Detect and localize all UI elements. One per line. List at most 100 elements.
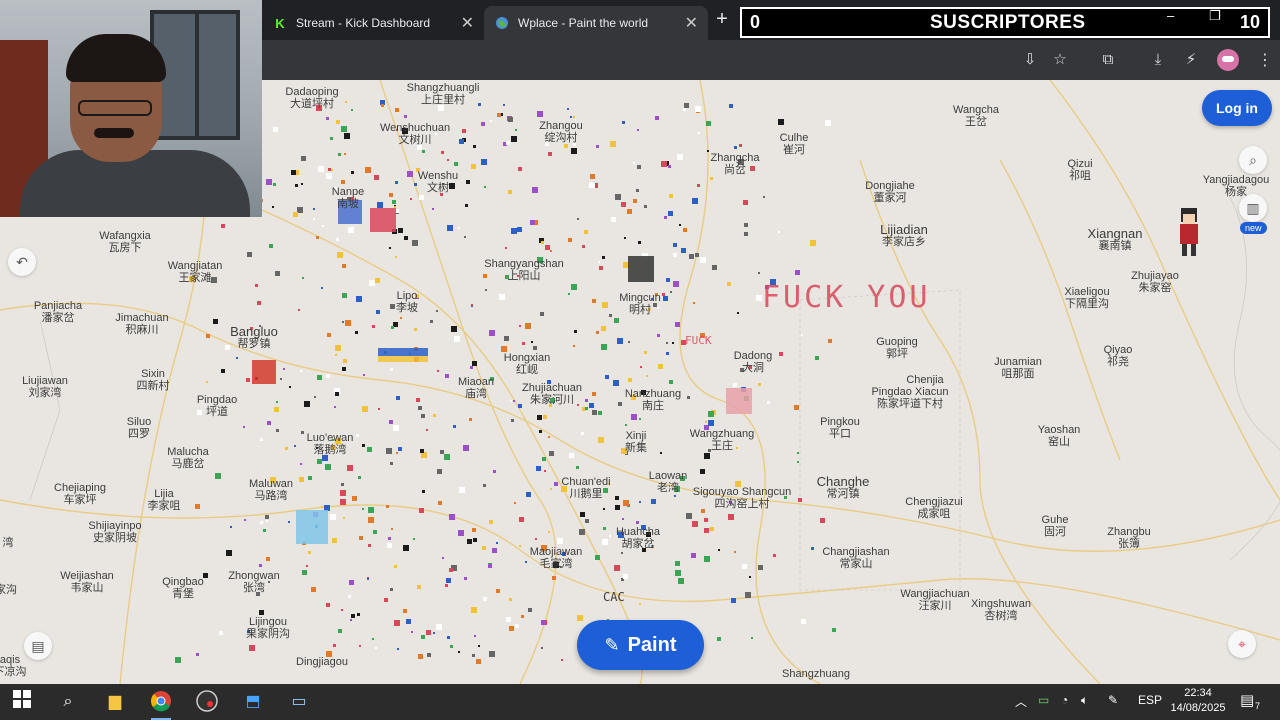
pixel: [636, 521, 640, 525]
pixel: [670, 290, 673, 293]
tray-overflow-icon[interactable]: ︿: [1015, 693, 1027, 710]
restore-button[interactable]: ❐: [1209, 8, 1221, 24]
place-label: Wangzhuang 王庄: [690, 428, 754, 452]
pixel: [596, 331, 600, 335]
place-name-local: 刘家湾: [28, 387, 62, 399]
place-name-local: 落鹅湾: [313, 444, 347, 456]
pixel: [683, 228, 688, 233]
place-label: Xingshuwan 杏树湾: [971, 598, 1031, 622]
pixel: [410, 631, 413, 634]
globe-icon: [494, 15, 510, 31]
place-name: Xiangnan: [1087, 226, 1143, 241]
pixel: [473, 145, 477, 149]
place-name-local: 常家山: [839, 558, 873, 570]
install-app-icon[interactable]: ⇩: [1020, 50, 1040, 70]
pixel: [636, 165, 641, 170]
minimize-button[interactable]: –: [1167, 8, 1174, 23]
pen-icon[interactable]: ✎: [1108, 693, 1118, 707]
profile-avatar[interactable]: [1217, 49, 1239, 71]
pixel: [592, 391, 597, 396]
paint-button[interactable]: ✎ Paint: [577, 620, 704, 670]
battery-icon[interactable]: ▭: [1038, 693, 1049, 707]
pixel: [622, 500, 629, 507]
search-icon[interactable]: ⌕: [56, 690, 80, 714]
new-tab-button[interactable]: +: [710, 8, 734, 32]
pixel: [691, 197, 698, 204]
photos-icon[interactable]: ▭: [287, 690, 311, 714]
place-label: Chejiaping 车家坪: [54, 482, 106, 506]
place-name-local: 老湾: [656, 482, 679, 494]
notification-icon[interactable]: ▤: [1240, 691, 1254, 709]
download-icon[interactable]: ⤓: [1148, 50, 1168, 70]
webcam-person-body: [20, 150, 250, 217]
bookmark-star-icon[interactable]: ☆: [1050, 50, 1070, 70]
pixel: [589, 181, 596, 188]
leaderboard-icon[interactable]: ▥: [1239, 194, 1267, 222]
pixel: [439, 450, 444, 455]
place-label: Yangjiadagou 杨家: [1203, 174, 1269, 198]
menu-icon[interactable]: ⋮: [1257, 50, 1273, 70]
place-label: Wangjiatan 王家滩: [168, 260, 223, 284]
pixel: [716, 637, 721, 642]
extensions-icon[interactable]: ⧉: [1098, 50, 1118, 70]
pixel: [794, 270, 800, 275]
pixel: [496, 588, 501, 593]
wifi-icon[interactable]: ◔: [1061, 693, 1068, 707]
pixel: [594, 555, 600, 561]
pixel: [259, 563, 262, 567]
place-label: Laowan 老湾: [649, 470, 688, 494]
pixel: [622, 517, 625, 520]
pixel: [421, 414, 426, 419]
pixel: [579, 511, 585, 517]
pixel: [418, 406, 423, 411]
locate-icon[interactable]: ⌖: [1228, 630, 1256, 658]
place-name: Qiyao: [1103, 344, 1133, 356]
pixel: [674, 322, 680, 328]
pixel: [542, 456, 547, 461]
place-label: Maluwan 马路湾: [249, 478, 293, 502]
pixel: [448, 513, 455, 520]
pixel: [627, 340, 630, 343]
pixel: [551, 575, 556, 580]
tab-kick-dashboard[interactable]: K Stream - Kick Dashboard ✕: [262, 6, 484, 40]
pixel: [518, 545, 521, 548]
pixel: [708, 411, 715, 418]
file-explorer-icon[interactable]: ▆: [103, 690, 127, 714]
close-icon[interactable]: ✕: [461, 13, 474, 33]
pixel: [366, 447, 372, 453]
place-label: aqis下凉沟: [0, 654, 27, 678]
clock[interactable]: 22:34 14/08/2025: [1168, 686, 1228, 716]
pixel: [355, 296, 362, 303]
pixel: [421, 635, 426, 640]
graffiti-text: CAC: [603, 590, 625, 604]
pixel: [610, 141, 616, 148]
pixel: [302, 276, 304, 279]
undo-icon[interactable]: ↶: [8, 248, 36, 276]
pixel: [508, 597, 512, 601]
layers-icon[interactable]: ▤: [24, 632, 52, 660]
pixel: [673, 280, 680, 287]
pixel: [666, 342, 669, 345]
performance-icon[interactable]: ⚡: [1181, 50, 1201, 70]
tab-wplace[interactable]: Wplace - Paint the world ✕: [484, 6, 708, 40]
language-indicator[interactable]: ESP: [1138, 693, 1162, 707]
app-icon[interactable]: ⬒: [241, 690, 265, 714]
search-location-icon[interactable]: ⌕: [1239, 146, 1267, 174]
pixel: [518, 516, 524, 522]
pixel: [610, 216, 616, 222]
obs-icon[interactable]: [195, 690, 219, 714]
login-button[interactable]: Log in: [1202, 90, 1272, 126]
windows-start-icon[interactable]: [10, 690, 34, 714]
close-icon[interactable]: ✕: [685, 13, 698, 33]
place-name-local: 下凉沟: [0, 666, 27, 678]
pixel: [540, 241, 544, 245]
pixel: [432, 632, 435, 635]
volume-icon[interactable]: 🔈︎: [1081, 693, 1088, 708]
place-name-local: 王庄: [710, 440, 733, 452]
chrome-icon[interactable]: [149, 690, 173, 720]
pixel: [449, 644, 453, 648]
pixel: [243, 425, 246, 428]
place-label: Wangcha 王岔: [953, 104, 999, 128]
place-name-local: 杏树湾: [984, 610, 1018, 622]
pixel-art-block: [252, 360, 276, 384]
